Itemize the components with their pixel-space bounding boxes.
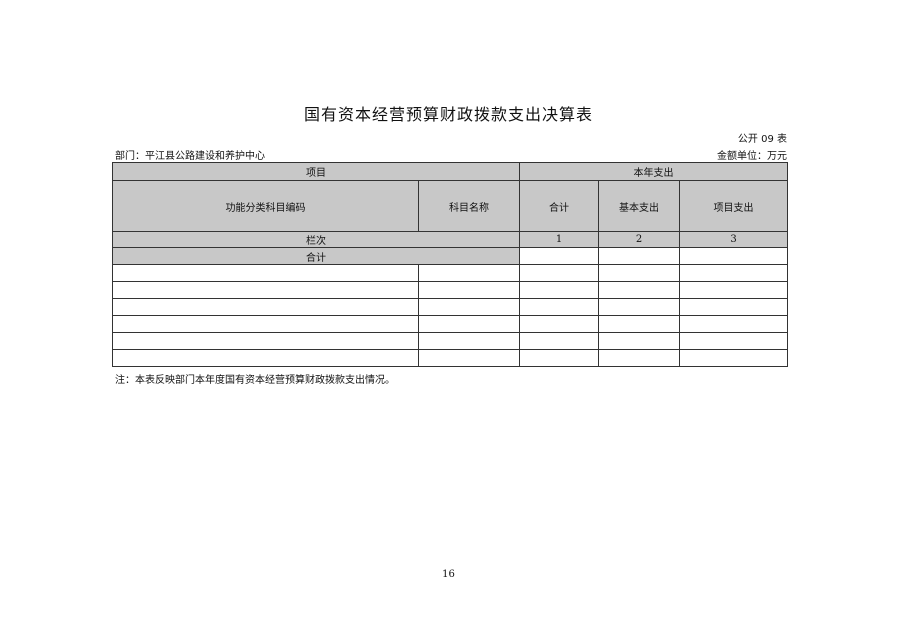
total-row: 合计 <box>112 247 789 265</box>
page-number: 16 <box>442 569 455 580</box>
table-row <box>112 349 789 367</box>
total-cell <box>519 247 599 265</box>
table-row <box>112 281 789 299</box>
unit-label: 金额单位：万元 <box>717 151 787 162</box>
table-cell <box>519 298 599 316</box>
basic-cell <box>598 247 680 265</box>
lanci-row: 栏次 1 2 3 <box>112 231 789 248</box>
total-label: 合计 <box>112 247 520 265</box>
table-row <box>112 264 789 282</box>
table-cell <box>598 315 680 333</box>
table-cell <box>418 349 520 367</box>
table-cell <box>418 298 520 316</box>
lanci-label: 栏次 <box>112 231 520 248</box>
lanci-3: 3 <box>678 231 789 248</box>
table-cell <box>112 349 419 367</box>
table-cell <box>598 298 680 316</box>
table-cell <box>519 349 599 367</box>
header-row-2: 功能分类科目编码 科目名称 合计 基本支出 项目支出 <box>112 180 789 232</box>
table-cell <box>519 315 599 333</box>
table-cell <box>418 281 520 299</box>
project-cell <box>678 247 789 265</box>
lanci-1: 1 <box>519 231 599 248</box>
col-name-header: 科目名称 <box>418 180 520 232</box>
table-cell <box>112 298 419 316</box>
table-cell <box>598 349 680 367</box>
table-cell <box>678 349 789 367</box>
table-cell <box>112 281 419 299</box>
table-cell <box>678 281 789 299</box>
table-cell <box>418 332 520 350</box>
table-cell <box>519 281 599 299</box>
footnote: 注：本表反映部门本年度国有资本经营预算财政拨款支出情况。 <box>115 375 395 386</box>
table-row <box>112 298 789 316</box>
table-row <box>112 315 789 333</box>
table-cell <box>598 332 680 350</box>
table-cell <box>112 315 419 333</box>
col-total-header: 合计 <box>519 180 599 232</box>
table-cell <box>112 264 419 282</box>
table-cell <box>678 315 789 333</box>
header-project: 项目 <box>112 162 520 181</box>
col-project-header: 项目支出 <box>678 180 789 232</box>
table-cell <box>112 332 419 350</box>
table-cell <box>418 315 520 333</box>
expense-table: 项目 本年支出 功能分类科目编码 科目名称 合计 基本支出 项目支出 栏次 1 … <box>112 162 789 367</box>
department-label: 部门：平江县公路建设和养护中心 <box>115 151 265 162</box>
table-row <box>112 332 789 350</box>
table-cell <box>678 298 789 316</box>
header-row-1: 项目 本年支出 <box>112 162 789 181</box>
table-cell <box>519 332 599 350</box>
page-title: 国有资本经营预算财政拨款支出决算表 <box>303 105 593 124</box>
col-code-header: 功能分类科目编码 <box>112 180 419 232</box>
form-number: 公开 09 表 <box>737 134 787 145</box>
table-cell <box>418 264 520 282</box>
header-year-expense: 本年支出 <box>518 162 789 181</box>
table-cell <box>519 264 599 282</box>
col-basic-header: 基本支出 <box>598 180 680 232</box>
empty-rows <box>112 264 789 367</box>
table-cell <box>598 264 680 282</box>
lanci-2: 2 <box>598 231 680 248</box>
table-cell <box>598 281 680 299</box>
table-cell <box>678 332 789 350</box>
table-cell <box>678 264 789 282</box>
